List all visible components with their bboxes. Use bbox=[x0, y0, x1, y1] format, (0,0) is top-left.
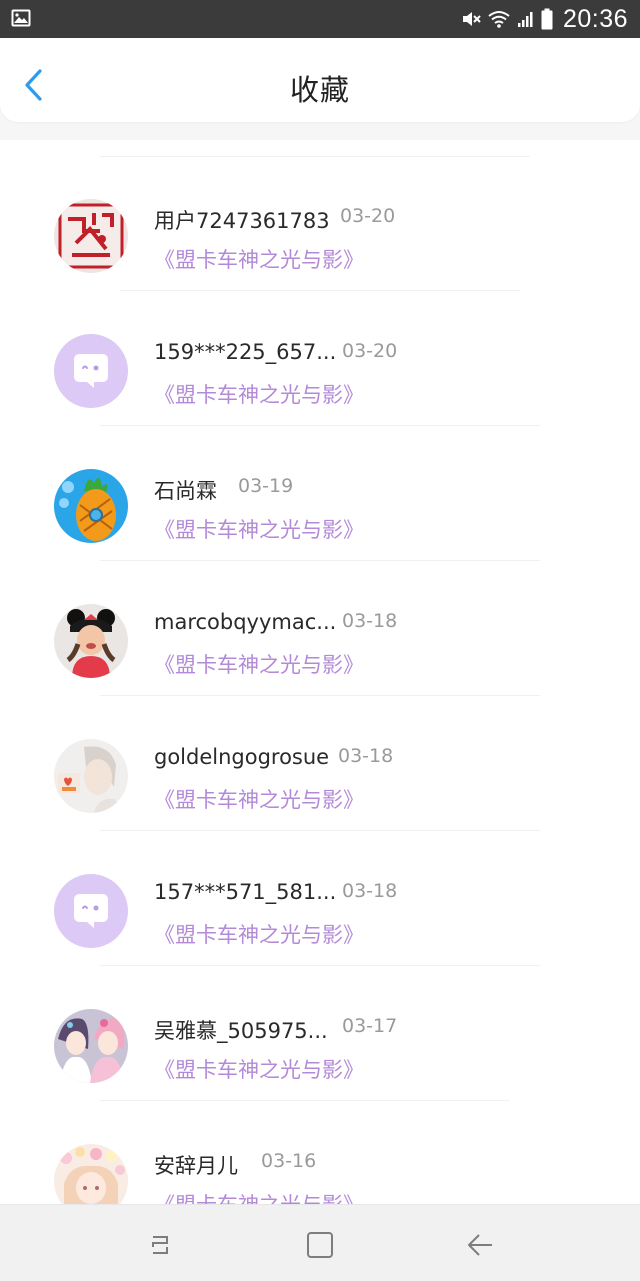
list-item[interactable]: 吴雅慕_505975... 03-17 《盟卡车神之光与影》 bbox=[0, 950, 640, 1085]
username: marcobqyymac... bbox=[154, 610, 337, 634]
avatar[interactable] bbox=[54, 1144, 128, 1204]
back-nav-button[interactable] bbox=[460, 1225, 500, 1265]
recent-apps-icon bbox=[152, 1236, 168, 1254]
list-item[interactable]: 安辞月儿 03-16 《盟卡车神之光与影》 bbox=[0, 1085, 640, 1204]
mute-icon bbox=[462, 12, 481, 26]
username: goldelngogrosue bbox=[154, 745, 330, 769]
item-date: 03-20 bbox=[342, 340, 398, 362]
header: 收藏 bbox=[0, 38, 640, 122]
chat-bubble-icon bbox=[54, 874, 128, 948]
book-title[interactable]: 《盟卡车神之光与影》 bbox=[154, 1054, 364, 1084]
list-item[interactable]: goldelngogrosue 03-18 《盟卡车神之光与影》 bbox=[0, 680, 640, 815]
back-icon bbox=[468, 1234, 492, 1256]
item-date: 03-17 bbox=[342, 1015, 398, 1037]
gallery-icon bbox=[11, 9, 31, 27]
item-date: 03-18 bbox=[338, 745, 394, 767]
status-time: 20:36 bbox=[562, 4, 628, 33]
signal-icon bbox=[517, 12, 533, 27]
book-title[interactable]: 《盟卡车神之光与影》 bbox=[154, 784, 364, 814]
book-title[interactable]: 《盟卡车神之光与影》 bbox=[154, 379, 364, 409]
wifi-icon bbox=[488, 11, 510, 28]
avatar[interactable] bbox=[54, 739, 128, 813]
list-item[interactable]: 石尚霖 03-19 《盟卡车神之光与影》 bbox=[0, 410, 640, 545]
home-icon bbox=[307, 1232, 333, 1258]
avatar[interactable] bbox=[54, 874, 128, 948]
chat-bubble-icon bbox=[54, 334, 128, 408]
list-item[interactable]: 157***571_581... 03-18 《盟卡车神之光与影》 bbox=[0, 815, 640, 950]
system-nav-bar bbox=[0, 1204, 640, 1281]
status-icons: 20:36 bbox=[461, 0, 628, 38]
avatar-image bbox=[54, 604, 128, 678]
favorites-list: 用户7247361783 03-20 《盟卡车神之光与影》 159***225_… bbox=[0, 140, 640, 1204]
book-title[interactable]: 《盟卡车神之光与影》 bbox=[154, 244, 364, 274]
username: 安辞月儿 bbox=[154, 1154, 238, 1178]
item-date: 03-19 bbox=[238, 475, 294, 497]
username: 159***225_657... bbox=[154, 340, 337, 364]
item-date: 03-18 bbox=[342, 610, 398, 632]
avatar[interactable] bbox=[54, 199, 128, 273]
username: 157***571_581... bbox=[154, 880, 337, 904]
avatar[interactable] bbox=[54, 604, 128, 678]
recent-apps-button[interactable] bbox=[140, 1225, 180, 1265]
list-item[interactable]: marcobqyymac... 03-18 《盟卡车神之光与影》 bbox=[0, 545, 640, 680]
avatar-image bbox=[54, 1009, 128, 1083]
avatar[interactable] bbox=[54, 469, 128, 543]
avatar-image bbox=[54, 469, 128, 543]
book-title[interactable]: 《盟卡车神之光与影》 bbox=[154, 649, 364, 679]
avatar-image bbox=[54, 199, 128, 273]
item-date: 03-20 bbox=[340, 205, 396, 227]
page-title: 收藏 bbox=[289, 73, 350, 107]
list-item[interactable]: 159***225_657... 03-20 《盟卡车神之光与影》 bbox=[0, 275, 640, 410]
book-title[interactable]: 《盟卡车神之光与影》 bbox=[154, 1189, 364, 1204]
item-date: 03-18 bbox=[342, 880, 398, 902]
status-bar: 20:36 bbox=[0, 0, 640, 38]
list-item[interactable]: 用户7247361783 03-20 《盟卡车神之光与影》 bbox=[0, 140, 640, 275]
username: 用户7247361783 bbox=[154, 209, 330, 233]
book-title[interactable]: 《盟卡车神之光与影》 bbox=[154, 514, 364, 544]
avatar[interactable] bbox=[54, 334, 128, 408]
avatar-image bbox=[54, 1144, 128, 1204]
username: 吴雅慕_505975... bbox=[154, 1019, 328, 1043]
battery-icon bbox=[541, 8, 553, 30]
username: 石尚霖 bbox=[154, 479, 217, 503]
avatar[interactable] bbox=[54, 1009, 128, 1083]
avatar-image bbox=[54, 739, 128, 813]
home-button[interactable] bbox=[300, 1225, 340, 1265]
item-date: 03-16 bbox=[261, 1150, 317, 1172]
book-title[interactable]: 《盟卡车神之光与影》 bbox=[154, 919, 364, 949]
